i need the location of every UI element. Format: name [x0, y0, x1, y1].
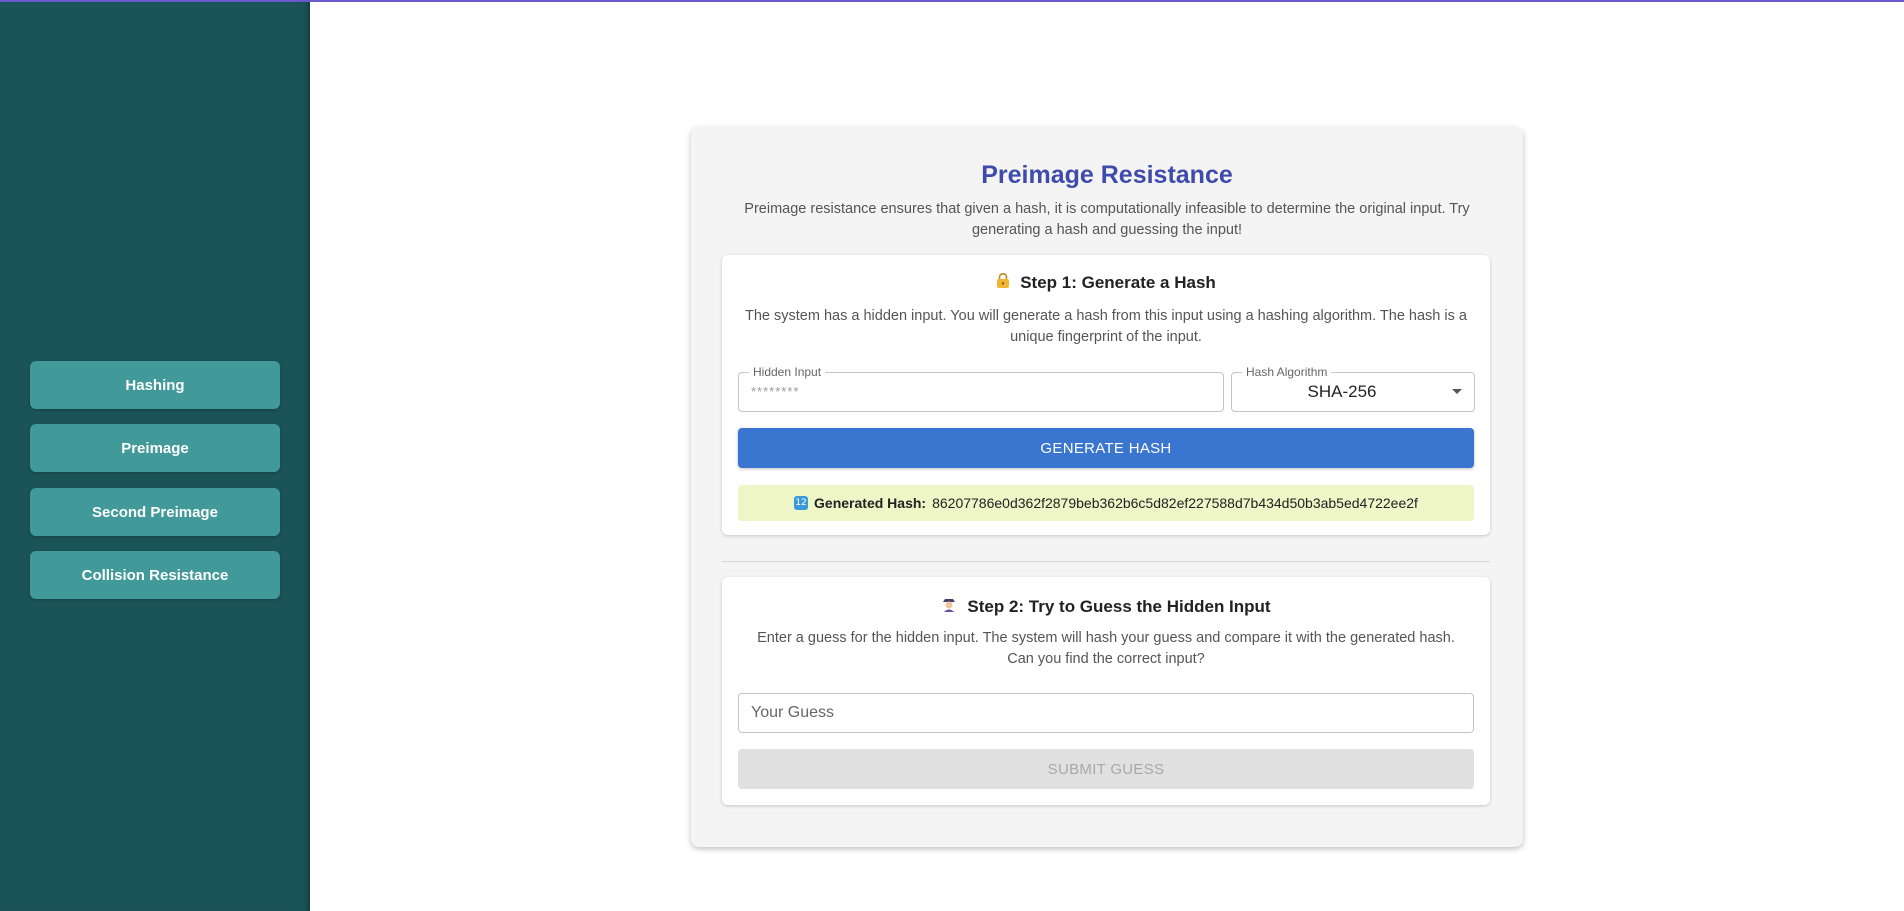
lock-icon	[996, 272, 1010, 293]
generated-hash-label: Generated Hash:	[814, 495, 927, 511]
hash-algorithm-label: Hash Algorithm	[1242, 365, 1332, 379]
generated-hash-box: 12 Generated Hash: 86207786e0d362f2879be…	[738, 485, 1474, 521]
nav-button-collision-resistance[interactable]: Collision Resistance	[30, 551, 280, 599]
hidden-input-field[interactable]: Hidden Input ********	[738, 365, 1224, 412]
page-intro: Preimage resistance ensures that given a…	[744, 201, 1470, 238]
step2-heading: Step 2: Try to Guess the Hidden Input	[722, 596, 1490, 617]
numbers-icon: 12	[794, 496, 809, 510]
page-title: Preimage Resistance	[981, 161, 1233, 189]
submit-guess-button[interactable]: SUBMIT GUESS	[738, 749, 1474, 789]
nav-button-hashing[interactable]: Hashing	[30, 361, 280, 409]
step2-description: Enter a guess for the hidden input. The …	[757, 630, 1455, 667]
step1-description: The system has a hidden input. You will …	[745, 308, 1467, 345]
hidden-input-label: Hidden Input	[749, 365, 826, 379]
generated-hash-value: 86207786e0d362f2879beb362b6c5d82ef227588…	[932, 495, 1418, 511]
main-card: Preimage Resistance Preimage resistance …	[691, 127, 1523, 847]
detective-icon	[941, 596, 957, 617]
sidebar: Hashing Preimage Second Preimage Collisi…	[0, 2, 310, 911]
guess-input[interactable]: Your Guess	[738, 693, 1474, 733]
hidden-input-value: ********	[751, 384, 800, 399]
guess-placeholder: Your Guess	[751, 704, 835, 721]
chevron-down-icon	[1452, 389, 1462, 394]
nav-button-preimage[interactable]: Preimage	[30, 424, 280, 472]
section-divider	[722, 561, 1490, 562]
generate-hash-button[interactable]: GENERATE HASH	[738, 428, 1474, 468]
hash-algorithm-select[interactable]: Hash Algorithm SHA-256	[1231, 365, 1475, 412]
hash-algorithm-value: SHA-256	[1307, 382, 1377, 401]
step1-heading: Step 1: Generate a Hash	[722, 272, 1490, 293]
step1-panel: Step 1: Generate a Hash The system has a…	[722, 255, 1490, 535]
step1-title: Step 1: Generate a Hash	[1020, 273, 1216, 292]
nav-button-second-preimage[interactable]: Second Preimage	[30, 488, 280, 536]
step2-title: Step 2: Try to Guess the Hidden Input	[967, 596, 1271, 616]
step2-panel: Step 2: Try to Guess the Hidden Input En…	[722, 577, 1490, 805]
